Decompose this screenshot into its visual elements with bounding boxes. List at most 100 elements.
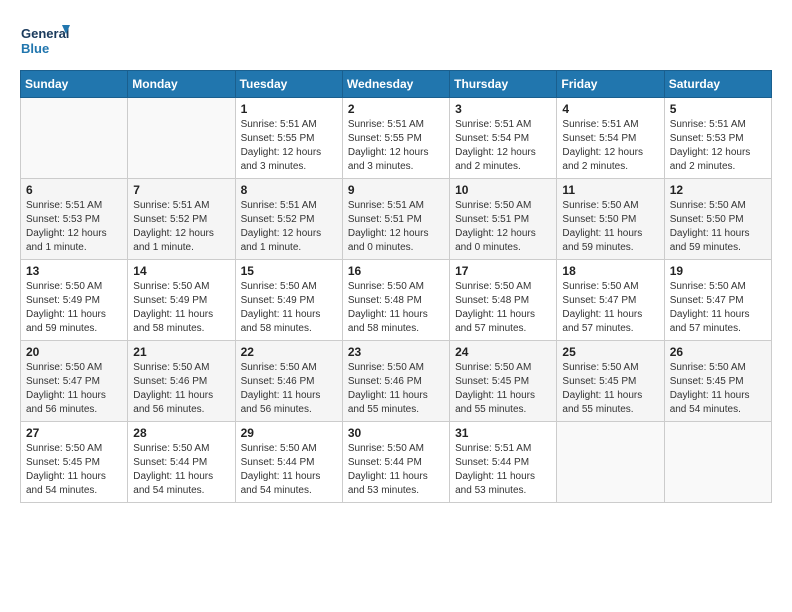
calendar-cell: 5 Sunrise: 5:51 AM Sunset: 5:53 PM Daylig…	[664, 98, 771, 179]
calendar-cell	[128, 98, 235, 179]
calendar-cell: 3 Sunrise: 5:51 AM Sunset: 5:54 PM Daylig…	[450, 98, 557, 179]
day-info: Sunrise: 5:51 AM Sunset: 5:53 PM Dayligh…	[670, 118, 766, 174]
day-number: 20	[26, 345, 122, 359]
day-number: 16	[348, 264, 444, 278]
calendar-cell: 18 Sunrise: 5:50 AM Sunset: 5:47 PM Dayli…	[557, 260, 664, 341]
calendar-week-5: 27 Sunrise: 5:50 AM Sunset: 5:45 PM Dayli…	[21, 422, 772, 503]
day-number: 7	[133, 183, 229, 197]
day-info: Sunrise: 5:51 AM Sunset: 5:54 PM Dayligh…	[562, 118, 658, 174]
calendar-cell: 4Sunrise: 5:51 AM Sunset: 5:54 PM Daylig…	[557, 98, 664, 179]
calendar-cell: 9 Sunrise: 5:51 AM Sunset: 5:51 PM Daylig…	[342, 179, 449, 260]
day-info: Sunrise: 5:51 AM Sunset: 5:55 PM Dayligh…	[241, 118, 337, 174]
day-info: Sunrise: 5:50 AM Sunset: 5:44 PM Dayligh…	[133, 442, 229, 498]
day-info: Sunrise: 5:50 AM Sunset: 5:45 PM Dayligh…	[455, 361, 551, 417]
logo-svg: General Blue	[20, 20, 70, 60]
day-number: 9	[348, 183, 444, 197]
day-header-wednesday: Wednesday	[342, 71, 449, 98]
calendar-week-1: 1Sunrise: 5:51 AM Sunset: 5:55 PM Daylig…	[21, 98, 772, 179]
day-info: Sunrise: 5:50 AM Sunset: 5:46 PM Dayligh…	[133, 361, 229, 417]
calendar-cell: 14Sunrise: 5:50 AM Sunset: 5:49 PM Dayli…	[128, 260, 235, 341]
day-info: Sunrise: 5:50 AM Sunset: 5:48 PM Dayligh…	[348, 280, 444, 336]
calendar-cell: 30Sunrise: 5:50 AM Sunset: 5:44 PM Dayli…	[342, 422, 449, 503]
calendar-cell: 24 Sunrise: 5:50 AM Sunset: 5:45 PM Dayli…	[450, 341, 557, 422]
day-info: Sunrise: 5:50 AM Sunset: 5:44 PM Dayligh…	[348, 442, 444, 498]
day-number: 17	[455, 264, 551, 278]
calendar-cell: 11 Sunrise: 5:50 AM Sunset: 5:50 PM Dayli…	[557, 179, 664, 260]
day-number: 3	[455, 102, 551, 116]
calendar-cell: 19 Sunrise: 5:50 AM Sunset: 5:47 PM Dayli…	[664, 260, 771, 341]
day-number: 12	[670, 183, 766, 197]
day-header-thursday: Thursday	[450, 71, 557, 98]
day-number: 11	[562, 183, 658, 197]
day-number: 8	[241, 183, 337, 197]
calendar-cell	[21, 98, 128, 179]
day-info: Sunrise: 5:50 AM Sunset: 5:46 PM Dayligh…	[241, 361, 337, 417]
day-number: 24	[455, 345, 551, 359]
day-info: Sunrise: 5:50 AM Sunset: 5:45 PM Dayligh…	[670, 361, 766, 417]
day-info: Sunrise: 5:50 AM Sunset: 5:48 PM Dayligh…	[455, 280, 551, 336]
calendar-cell: 2Sunrise: 5:51 AM Sunset: 5:55 PM Daylig…	[342, 98, 449, 179]
calendar-cell: 8Sunrise: 5:51 AM Sunset: 5:52 PM Daylig…	[235, 179, 342, 260]
calendar-cell	[557, 422, 664, 503]
day-info: Sunrise: 5:50 AM Sunset: 5:47 PM Dayligh…	[26, 361, 122, 417]
calendar-cell: 20 Sunrise: 5:50 AM Sunset: 5:47 PM Dayli…	[21, 341, 128, 422]
day-info: Sunrise: 5:50 AM Sunset: 5:47 PM Dayligh…	[670, 280, 766, 336]
calendar-table: SundayMondayTuesdayWednesdayThursdayFrid…	[20, 70, 772, 503]
calendar-week-3: 13 Sunrise: 5:50 AM Sunset: 5:49 PM Dayli…	[21, 260, 772, 341]
day-number: 18	[562, 264, 658, 278]
day-number: 27	[26, 426, 122, 440]
calendar-cell	[664, 422, 771, 503]
calendar-cell: 10 Sunrise: 5:50 AM Sunset: 5:51 PM Dayli…	[450, 179, 557, 260]
day-number: 25	[562, 345, 658, 359]
day-info: Sunrise: 5:51 AM Sunset: 5:44 PM Dayligh…	[455, 442, 551, 498]
calendar-body: 1Sunrise: 5:51 AM Sunset: 5:55 PM Daylig…	[21, 98, 772, 503]
day-info: Sunrise: 5:50 AM Sunset: 5:49 PM Dayligh…	[241, 280, 337, 336]
day-number: 13	[26, 264, 122, 278]
calendar-cell: 27 Sunrise: 5:50 AM Sunset: 5:45 PM Dayli…	[21, 422, 128, 503]
day-number: 29	[241, 426, 337, 440]
day-header-tuesday: Tuesday	[235, 71, 342, 98]
day-info: Sunrise: 5:51 AM Sunset: 5:54 PM Dayligh…	[455, 118, 551, 174]
calendar-week-2: 6Sunrise: 5:51 AM Sunset: 5:53 PM Daylig…	[21, 179, 772, 260]
logo: General Blue	[20, 20, 70, 60]
calendar-cell: 7Sunrise: 5:51 AM Sunset: 5:52 PM Daylig…	[128, 179, 235, 260]
day-info: Sunrise: 5:50 AM Sunset: 5:49 PM Dayligh…	[133, 280, 229, 336]
svg-text:General: General	[21, 26, 69, 41]
day-info: Sunrise: 5:50 AM Sunset: 5:51 PM Dayligh…	[455, 199, 551, 255]
day-info: Sunrise: 5:50 AM Sunset: 5:46 PM Dayligh…	[348, 361, 444, 417]
day-number: 23	[348, 345, 444, 359]
calendar-cell: 15 Sunrise: 5:50 AM Sunset: 5:49 PM Dayli…	[235, 260, 342, 341]
calendar-week-4: 20 Sunrise: 5:50 AM Sunset: 5:47 PM Dayli…	[21, 341, 772, 422]
header-row: SundayMondayTuesdayWednesdayThursdayFrid…	[21, 71, 772, 98]
calendar-cell: 16 Sunrise: 5:50 AM Sunset: 5:48 PM Dayli…	[342, 260, 449, 341]
day-info: Sunrise: 5:50 AM Sunset: 5:47 PM Dayligh…	[562, 280, 658, 336]
day-info: Sunrise: 5:50 AM Sunset: 5:44 PM Dayligh…	[241, 442, 337, 498]
day-number: 31	[455, 426, 551, 440]
calendar-header: SundayMondayTuesdayWednesdayThursdayFrid…	[21, 71, 772, 98]
day-info: Sunrise: 5:50 AM Sunset: 5:45 PM Dayligh…	[26, 442, 122, 498]
calendar-cell: 17 Sunrise: 5:50 AM Sunset: 5:48 PM Dayli…	[450, 260, 557, 341]
day-info: Sunrise: 5:50 AM Sunset: 5:50 PM Dayligh…	[562, 199, 658, 255]
page-header: General Blue	[20, 20, 772, 60]
svg-text:Blue: Blue	[21, 41, 49, 56]
day-number: 5	[670, 102, 766, 116]
day-info: Sunrise: 5:51 AM Sunset: 5:51 PM Dayligh…	[348, 199, 444, 255]
day-number: 19	[670, 264, 766, 278]
day-number: 22	[241, 345, 337, 359]
day-info: Sunrise: 5:50 AM Sunset: 5:49 PM Dayligh…	[26, 280, 122, 336]
day-number: 28	[133, 426, 229, 440]
day-number: 26	[670, 345, 766, 359]
day-info: Sunrise: 5:51 AM Sunset: 5:53 PM Dayligh…	[26, 199, 122, 255]
day-info: Sunrise: 5:50 AM Sunset: 5:45 PM Dayligh…	[562, 361, 658, 417]
day-info: Sunrise: 5:50 AM Sunset: 5:50 PM Dayligh…	[670, 199, 766, 255]
day-header-friday: Friday	[557, 71, 664, 98]
calendar-cell: 13 Sunrise: 5:50 AM Sunset: 5:49 PM Dayli…	[21, 260, 128, 341]
day-header-monday: Monday	[128, 71, 235, 98]
day-number: 2	[348, 102, 444, 116]
day-number: 15	[241, 264, 337, 278]
calendar-cell: 25 Sunrise: 5:50 AM Sunset: 5:45 PM Dayli…	[557, 341, 664, 422]
calendar-cell: 26 Sunrise: 5:50 AM Sunset: 5:45 PM Dayli…	[664, 341, 771, 422]
day-number: 10	[455, 183, 551, 197]
day-header-sunday: Sunday	[21, 71, 128, 98]
calendar-cell: 22 Sunrise: 5:50 AM Sunset: 5:46 PM Dayli…	[235, 341, 342, 422]
